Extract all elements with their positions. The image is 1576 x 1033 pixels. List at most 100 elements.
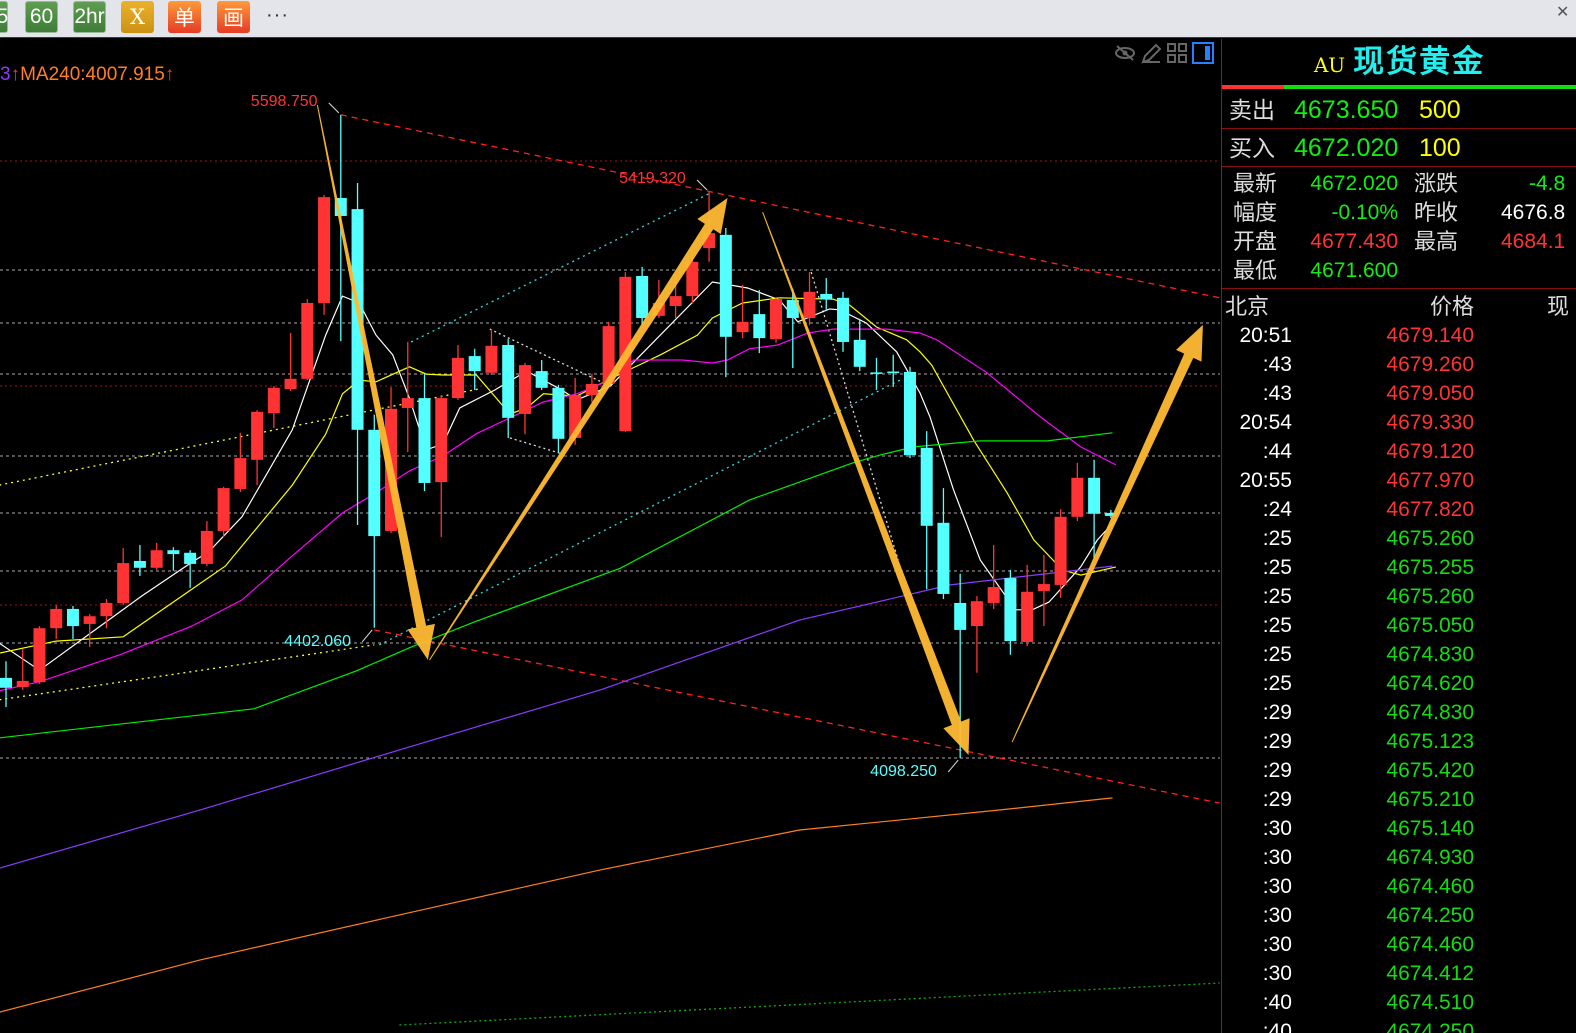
tick-row[interactable]: :43 4679.260 [1222, 350, 1576, 379]
candle-down [552, 387, 565, 439]
tick-price: 4679.260 [1386, 353, 1474, 376]
candle-down [837, 297, 849, 342]
tick-time: 20:51 [1239, 324, 1292, 347]
tick-row[interactable]: :30 4674.460 [1222, 930, 1576, 959]
candle-up [669, 296, 682, 306]
candle-up [987, 587, 1000, 603]
candle-down [903, 371, 916, 456]
trend-line [410, 192, 712, 343]
candle-up [150, 550, 163, 568]
tick-price: 4674.510 [1386, 991, 1474, 1014]
tick-row[interactable]: :25 4675.260 [1222, 582, 1576, 611]
chart-tools [1114, 42, 1214, 64]
tick-time: :25 [1262, 643, 1292, 666]
tick-time: :44 [1262, 440, 1292, 463]
candle-up [217, 488, 230, 531]
label-pointer [947, 759, 959, 773]
tick-price: 4679.050 [1386, 382, 1474, 405]
tick-time: :25 [1262, 672, 1292, 695]
candle-down [368, 429, 381, 537]
tick-row[interactable]: :30 4674.250 [1222, 901, 1576, 930]
tick-row[interactable]: :43 4679.050 [1222, 379, 1576, 408]
buy-row[interactable]: 买入 4672.020 100 [1222, 129, 1576, 167]
grid-icon[interactable] [1166, 42, 1188, 64]
tick-row[interactable]: :29 4674.830 [1222, 698, 1576, 727]
candle-down [937, 522, 950, 594]
tick-price: 4675.050 [1386, 614, 1474, 637]
instrument-title: AU 现货黄金 [1313, 44, 1486, 79]
ma5-line [0, 281, 1117, 671]
candle-up [267, 387, 280, 414]
tick-row[interactable]: :44 4679.120 [1222, 437, 1576, 466]
tick-row[interactable]: :40 4674.250 [1222, 1017, 1576, 1033]
tick-row[interactable]: :25 4674.620 [1222, 669, 1576, 698]
tick-row[interactable]: :25 4674.830 [1222, 640, 1576, 669]
tick-price: 4679.140 [1386, 324, 1474, 347]
tick-row[interactable]: :30 4675.140 [1222, 814, 1576, 843]
tick-row[interactable]: :29 4675.123 [1222, 727, 1576, 756]
high-price: 4684.1 [1501, 230, 1566, 253]
tick-row[interactable]: :29 4675.420 [1222, 756, 1576, 785]
up-arrow-icon: ↑ [10, 64, 21, 85]
low-price: 4671.600 [1310, 259, 1398, 282]
tick-time: :43 [1262, 353, 1292, 376]
tick-price: 4675.210 [1386, 788, 1474, 811]
trend-line [374, 629, 1220, 804]
prev-close: 4676.8 [1501, 201, 1566, 224]
candle-up [16, 680, 29, 687]
up-arrow-icon: ↑ [164, 64, 175, 85]
candle-up [200, 530, 213, 564]
tick-row[interactable]: :24 4677.820 [1222, 495, 1576, 524]
extreme-price-label: 5419.320 [619, 169, 686, 187]
tick-row[interactable]: :25 4675.260 [1222, 524, 1576, 553]
tick-row[interactable]: :25 4675.255 [1222, 553, 1576, 582]
ma120-legend-tail: 3 [0, 64, 11, 85]
candle-down [1088, 477, 1101, 514]
tick-time: :25 [1262, 614, 1292, 637]
eye-off-icon[interactable] [1114, 42, 1136, 64]
pencil-icon[interactable] [1140, 42, 1162, 64]
close-icon[interactable]: ✕ [1556, 2, 1569, 22]
tick-time: :43 [1262, 382, 1292, 405]
tick-row[interactable]: 20:55 4677.970 [1222, 466, 1576, 495]
candle-down [870, 372, 883, 374]
candle-up [585, 383, 598, 396]
candle-up [284, 378, 297, 390]
tick-row[interactable]: :30 4674.930 [1222, 843, 1576, 872]
tick-price: 4677.820 [1386, 498, 1474, 521]
tick-row[interactable]: 20:54 4679.330 [1222, 408, 1576, 437]
candle-up [736, 321, 749, 333]
tick-time: :29 [1262, 730, 1292, 753]
candle-up [451, 357, 464, 399]
trend-line [399, 982, 1220, 1026]
candle-up [100, 602, 113, 617]
trend-arrow [762, 211, 970, 756]
sell-row[interactable]: 卖出 4673.650 500 [1222, 91, 1576, 129]
tick-time: :29 [1262, 701, 1292, 724]
tick-row[interactable]: :30 4674.412 [1222, 959, 1576, 988]
tick-row[interactable]: :30 4674.460 [1222, 872, 1576, 901]
change-percent: -0.10% [1331, 201, 1398, 224]
tick-time: :24 [1262, 498, 1292, 521]
latest-price: 4672.020 [1310, 172, 1398, 195]
tick-time: :25 [1262, 585, 1292, 608]
candle-up [1037, 584, 1050, 591]
tick-row[interactable]: 20:51 4679.140 [1222, 321, 1576, 350]
stats-grid: 最新 4672.020 涨跌 -4.8 幅度 -0.10% 昨收 4676.8 … [1222, 167, 1576, 289]
tick-row[interactable]: :29 4675.210 [1222, 785, 1576, 814]
tick-price: 4679.120 [1386, 440, 1474, 463]
tick-time: :30 [1262, 933, 1292, 956]
candle-up [1054, 516, 1067, 585]
tick-time: :30 [1262, 904, 1292, 927]
ma240-legend: MA240:4007.915 [20, 64, 165, 85]
ticks-header: 北京 价格 现 [1225, 294, 1570, 319]
candle-up [1021, 591, 1034, 642]
candlestick-chart[interactable] [0, 0, 1221, 1033]
candle-down [0, 677, 12, 688]
tick-price: 4674.412 [1386, 962, 1474, 985]
tick-row[interactable]: :25 4675.050 [1222, 611, 1576, 640]
candle-up [770, 299, 783, 339]
label-pointer [696, 179, 708, 191]
tick-row[interactable]: :40 4674.510 [1222, 988, 1576, 1017]
panel-icon[interactable] [1192, 42, 1214, 64]
